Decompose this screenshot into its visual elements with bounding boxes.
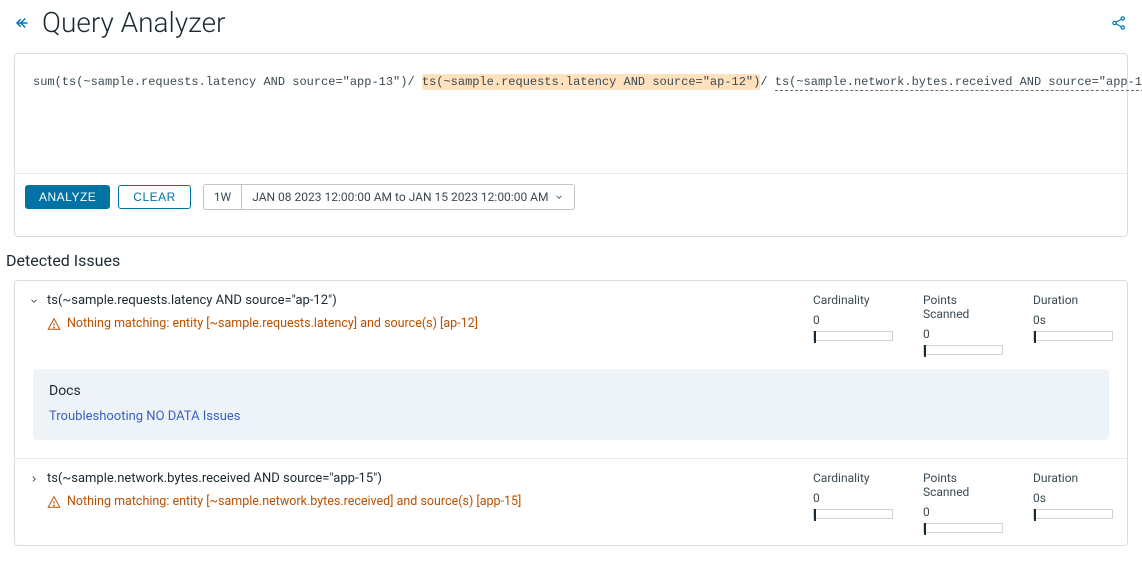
time-range-selector[interactable]: 1W JAN 08 2023 12:00:00 AM to JAN 15 202…	[203, 184, 576, 210]
issue-title: ts(~sample.requests.latency AND source="…	[47, 293, 337, 308]
time-range-full[interactable]: JAN 08 2023 12:00:00 AM to JAN 15 2023 1…	[241, 185, 574, 209]
query-text-mid: /	[760, 75, 774, 89]
share-icon[interactable]	[1110, 14, 1128, 32]
metric-bar	[923, 523, 1003, 533]
time-range-text: JAN 08 2023 12:00:00 AM to JAN 15 2023 1…	[252, 190, 548, 204]
query-highlight-1: ts(~sample.requests.latency AND source="…	[422, 74, 760, 90]
metric-bar	[1033, 331, 1113, 341]
metric-cardinality: Cardinality 0	[813, 471, 893, 533]
metric-cardinality: Cardinality 0	[813, 293, 893, 355]
warning-icon	[47, 317, 61, 331]
metric-bar	[813, 331, 893, 341]
query-card: sum(ts(~sample.requests.latency AND sour…	[14, 53, 1128, 237]
metric-duration: Duration 0s	[1033, 471, 1113, 533]
clear-button[interactable]: CLEAR	[118, 185, 191, 209]
metric-value: 0	[923, 327, 1003, 341]
issue-item: ts(~sample.requests.latency AND source="…	[15, 281, 1127, 458]
issue-metrics: Cardinality 0 Points Scanned 0 Duration …	[813, 471, 1113, 533]
docs-title: Docs	[49, 383, 1093, 399]
back-arrow-icon[interactable]	[14, 14, 32, 32]
query-highlight-2: ts(~sample.network.bytes.received AND so…	[775, 75, 1142, 91]
issues-card: ts(~sample.requests.latency AND source="…	[14, 280, 1128, 546]
metric-label: Points Scanned	[923, 471, 1003, 499]
metric-label: Duration	[1033, 293, 1113, 307]
issue-warning: Nothing matching: entity [~sample.networ…	[47, 494, 813, 509]
action-bar: ANALYZE CLEAR 1W JAN 08 2023 12:00:00 AM…	[15, 174, 1127, 236]
query-text-prefix: sum(ts(~sample.requests.latency AND sour…	[33, 75, 422, 89]
page-title: Query Analyzer	[42, 6, 225, 39]
metric-label: Cardinality	[813, 471, 893, 485]
chevron-down-icon	[554, 192, 564, 202]
metric-points: Points Scanned 0	[923, 471, 1003, 533]
issue-header[interactable]: ts(~sample.network.bytes.received AND so…	[29, 471, 813, 486]
docs-link[interactable]: Troubleshooting NO DATA Issues	[49, 409, 1093, 424]
docs-panel: Docs Troubleshooting NO DATA Issues	[33, 369, 1109, 440]
header-left: Query Analyzer	[14, 6, 225, 39]
detected-issues-heading: Detected Issues	[6, 251, 1128, 270]
metric-points: Points Scanned 0	[923, 293, 1003, 355]
metric-bar	[923, 345, 1003, 355]
issue-warning: Nothing matching: entity [~sample.reques…	[47, 316, 813, 331]
metric-value: 0	[923, 505, 1003, 519]
time-range-short[interactable]: 1W	[204, 185, 241, 209]
issue-warning-text: Nothing matching: entity [~sample.networ…	[67, 494, 521, 509]
caret-down-icon	[29, 296, 41, 306]
page-header: Query Analyzer	[0, 0, 1142, 41]
metric-bar	[813, 509, 893, 519]
query-editor[interactable]: sum(ts(~sample.requests.latency AND sour…	[15, 54, 1127, 174]
issue-title: ts(~sample.network.bytes.received AND so…	[47, 471, 382, 486]
metric-value: 0s	[1033, 313, 1113, 327]
analyze-button[interactable]: ANALYZE	[25, 185, 110, 209]
issue-warning-text: Nothing matching: entity [~sample.reques…	[67, 316, 478, 331]
metric-value: 0	[813, 313, 893, 327]
metric-label: Duration	[1033, 471, 1113, 485]
metric-duration: Duration 0s	[1033, 293, 1113, 355]
metric-bar	[1033, 509, 1113, 519]
caret-right-icon	[29, 474, 41, 484]
warning-icon	[47, 495, 61, 509]
issue-item: ts(~sample.network.bytes.received AND so…	[15, 458, 1127, 545]
issue-metrics: Cardinality 0 Points Scanned 0 Duration …	[813, 293, 1113, 355]
metric-value: 0	[813, 491, 893, 505]
issue-header[interactable]: ts(~sample.requests.latency AND source="…	[29, 293, 813, 308]
metric-label: Points Scanned	[923, 293, 1003, 321]
metric-value: 0s	[1033, 491, 1113, 505]
metric-label: Cardinality	[813, 293, 893, 307]
